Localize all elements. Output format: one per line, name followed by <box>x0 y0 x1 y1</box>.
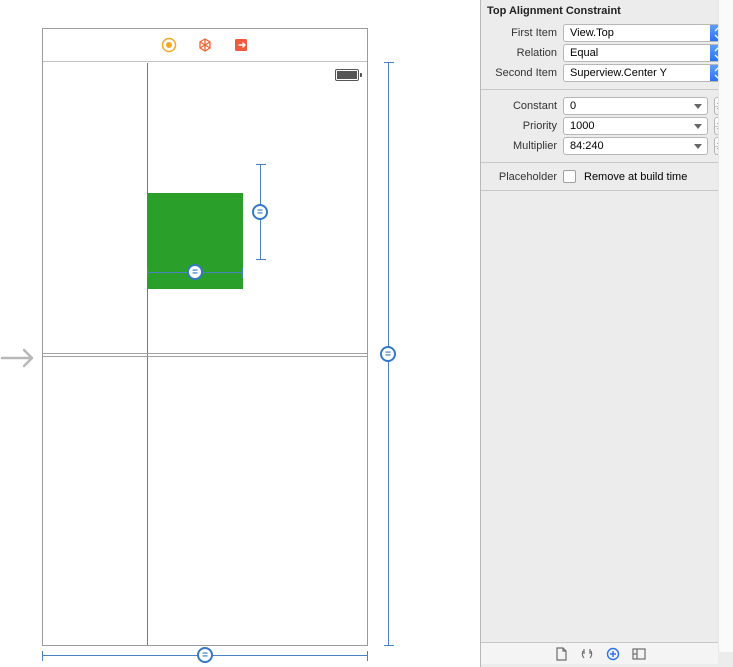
second-item-label: Second Item <box>481 67 559 79</box>
badge-text: = <box>192 267 198 278</box>
size-inspector-tab-icon[interactable] <box>605 646 621 662</box>
center-y-guide-upper <box>43 353 367 354</box>
center-y-guide-lower <box>43 356 367 357</box>
connections-inspector-tab-icon[interactable] <box>631 646 647 662</box>
root-view[interactable] <box>43 63 367 645</box>
badge-text: = <box>385 349 391 360</box>
relation-value: Equal <box>570 47 598 59</box>
file-inspector-tab-icon[interactable] <box>553 646 569 662</box>
constant-field[interactable]: 0 <box>563 97 708 115</box>
divider <box>481 162 733 163</box>
inspector-tab-bar <box>481 642 718 664</box>
status-bar <box>335 63 359 81</box>
second-item-value: Superview.Center Y <box>570 67 667 79</box>
first-responder-icon[interactable] <box>197 37 213 53</box>
first-item-label: First Item <box>481 27 559 39</box>
priority-field[interactable]: 1000 <box>563 117 708 135</box>
divider <box>481 89 733 90</box>
multiplier-value: 84:240 <box>570 140 604 152</box>
multiplier-label: Multiplier <box>481 140 559 152</box>
constraint-badge-green-width[interactable]: = <box>187 264 203 280</box>
first-item-value: View.Top <box>570 27 614 39</box>
size-inspector-panel: Top Alignment Constraint First Item View… <box>480 0 733 667</box>
vertical-layout-guide <box>147 63 148 645</box>
placeholder-checkbox[interactable] <box>563 170 576 183</box>
constraint-badge-green-height[interactable]: = <box>252 204 268 220</box>
section-title: Top Alignment Constraint <box>481 0 733 23</box>
chevron-down-icon <box>694 124 702 129</box>
divider <box>481 190 733 191</box>
relation-label: Relation <box>481 47 559 59</box>
placeholder-label: Placeholder <box>481 171 559 183</box>
first-item-popup[interactable]: View.Top <box>563 24 727 42</box>
second-item-popup[interactable]: Superview.Center Y <box>563 64 727 82</box>
interface-builder-canvas[interactable]: = = = = <box>0 0 480 667</box>
placeholder-checkbox-label: Remove at build time <box>584 171 687 183</box>
exit-icon[interactable] <box>233 37 249 53</box>
quick-help-tab-icon[interactable] <box>579 646 595 662</box>
constraint-badge-height[interactable]: = <box>380 346 396 362</box>
priority-value: 1000 <box>570 120 594 132</box>
multiplier-field[interactable]: 84:240 <box>563 137 708 155</box>
chevron-down-icon <box>694 144 702 149</box>
chevron-down-icon <box>694 104 702 109</box>
vertical-scrollbar[interactable] <box>718 0 733 652</box>
priority-label: Priority <box>481 120 559 132</box>
badge-text: = <box>202 650 208 661</box>
scene-dock[interactable] <box>43 29 367 62</box>
view-controller-scene[interactable] <box>42 28 368 646</box>
view-controller-icon[interactable] <box>161 37 177 53</box>
battery-icon <box>335 69 359 81</box>
constraint-badge-width[interactable]: = <box>197 647 213 663</box>
constant-value: 0 <box>570 100 576 112</box>
relation-popup[interactable]: Equal <box>563 44 727 62</box>
segue-arrow-icon <box>0 346 38 373</box>
constant-label: Constant <box>481 100 559 112</box>
badge-text: = <box>257 207 263 218</box>
